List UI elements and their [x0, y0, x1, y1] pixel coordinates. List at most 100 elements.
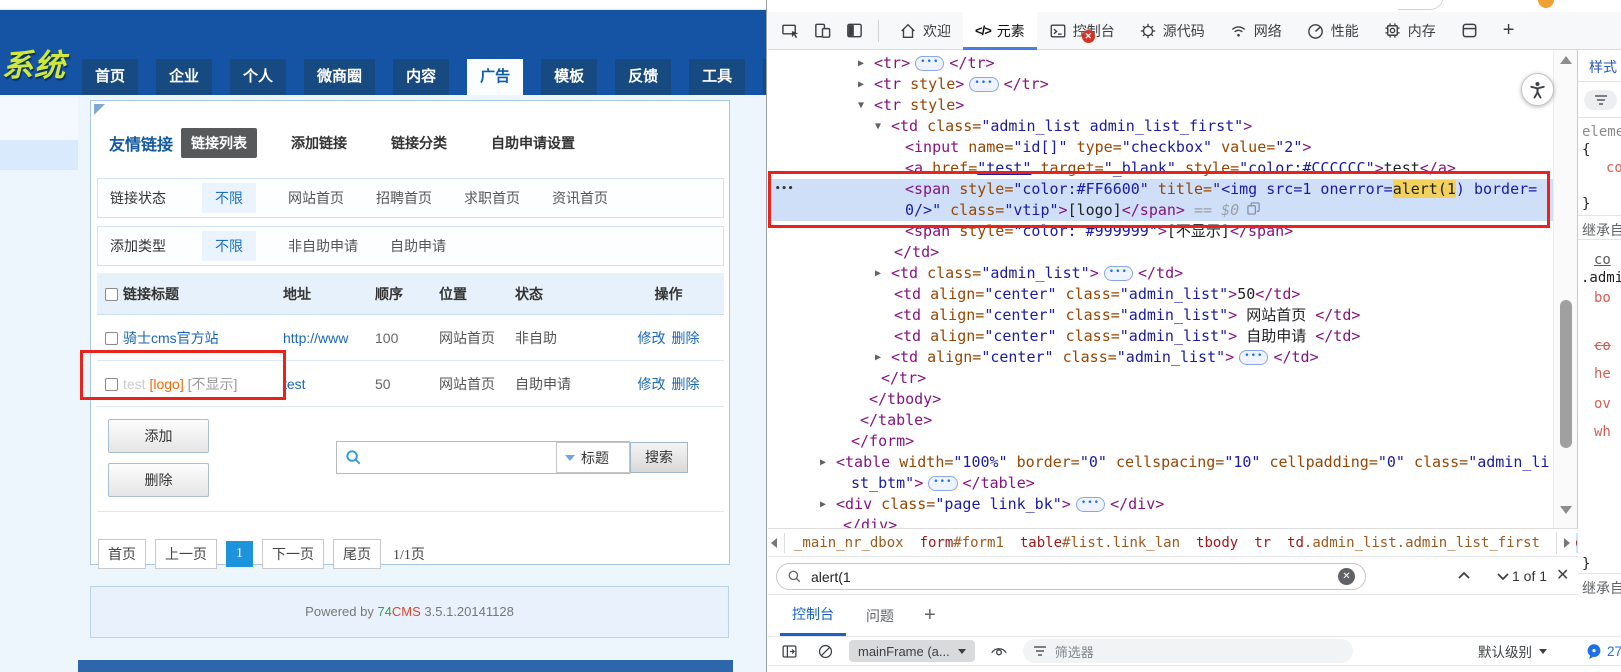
layout-button[interactable] — [1448, 12, 1491, 50]
dom-line-1[interactable]: ▶<tr style>•••</tr> — [768, 74, 1578, 95]
styles-filter-button[interactable] — [1584, 90, 1617, 110]
styles-tab[interactable]: 样式 — [1589, 57, 1617, 77]
devtools-tab-性能[interactable]: 性能 — [1294, 12, 1371, 50]
breadcrumb-item-4[interactable]: tr — [1254, 535, 1271, 551]
expand-arrow-icon[interactable]: ▶ — [875, 263, 881, 284]
collapsed-content-icon[interactable]: ••• — [1104, 266, 1133, 281]
cms-sidebar-active-item[interactable] — [0, 140, 78, 170]
copy-icon[interactable] — [1247, 200, 1260, 221]
module-tab-0[interactable]: 链接列表 — [181, 128, 257, 158]
nav-tab-6[interactable]: 模板 — [541, 59, 597, 95]
search-field-select[interactable]: 标题 — [556, 442, 630, 473]
devtools-tab-内存[interactable]: 内存 — [1371, 12, 1448, 50]
clear-search-icon[interactable]: ✕ — [1338, 568, 1355, 585]
devtools-tab-元素[interactable]: </>元素 — [963, 12, 1037, 50]
dom-line-7[interactable]: 0/>" class="vtip">[logo]</span> == $0 — [768, 200, 1578, 221]
dom-line-13[interactable]: <td align="center" class="admin_list"> 自… — [768, 326, 1578, 347]
dom-line-21[interactable]: ▶<div class="page link_bk">•••</div> — [768, 494, 1578, 515]
add-drawer-tab-button[interactable]: + — [914, 595, 946, 636]
filter-option-0-3[interactable]: 求职首页 — [464, 188, 520, 208]
scroll-up-icon[interactable] — [1560, 56, 1572, 64]
breadcrumb-item-3[interactable]: tbody — [1196, 535, 1238, 551]
delete-button[interactable]: 删除 — [108, 463, 209, 497]
page-button-1[interactable]: 上一页 — [155, 539, 217, 569]
devtools-tab-网络[interactable]: 网络 — [1217, 12, 1294, 50]
line-ellipsis-gutter[interactable]: ••• — [775, 179, 794, 200]
filter-option-0-4[interactable]: 资讯首页 — [552, 188, 608, 208]
expand-arrow-icon[interactable]: ▶ — [858, 74, 864, 95]
plus-button[interactable]: + — [1491, 12, 1527, 50]
scrollbar-thumb[interactable] — [1560, 300, 1572, 448]
collapsed-content-icon[interactable]: ••• — [1239, 350, 1268, 365]
collapsed-content-icon[interactable]: ••• — [1076, 497, 1105, 512]
next-match-icon[interactable] — [1495, 568, 1511, 584]
action-delete[interactable]: 删除 — [672, 330, 700, 346]
accessibility-fab[interactable] — [1521, 73, 1554, 106]
inspect-button[interactable] — [774, 15, 806, 47]
dom-line-20[interactable]: st_btm">•••</table> — [768, 473, 1578, 494]
issues-counter[interactable]: 27 — [1586, 643, 1621, 659]
breadcrumb-item-5[interactable]: td.admin_list.admin_list_first — [1287, 535, 1540, 551]
devtools-tab-欢迎[interactable]: 欢迎 — [887, 12, 963, 50]
drawer-tab-问题[interactable]: 问题 — [854, 595, 906, 636]
dom-line-6[interactable]: •••<span style="color:#FF6600" title="<i… — [768, 179, 1578, 200]
breadcrumb-scroll-right[interactable] — [1556, 532, 1576, 554]
module-tab-3[interactable]: 自助申请设置 — [481, 128, 585, 158]
dom-line-18[interactable]: </form> — [768, 431, 1578, 452]
filter-option-1-2[interactable]: 自助申请 — [390, 236, 446, 256]
filter-option-1-0[interactable]: 不限 — [202, 231, 256, 261]
dom-line-9[interactable]: </td> — [768, 242, 1578, 263]
dom-line-5[interactable]: <a href="test" target="_blank" style="co… — [768, 158, 1578, 179]
console-context-selector[interactable]: mainFrame (a... — [849, 640, 975, 662]
collapse-arrow-icon[interactable]: ▼ — [875, 116, 881, 137]
dom-line-8[interactable]: <span style="color: #999999">[不显示]</span… — [768, 221, 1578, 242]
device-emulation-button[interactable] — [806, 15, 838, 47]
console-sidebar-icon[interactable] — [777, 639, 801, 663]
action-edit[interactable]: 修改 — [638, 376, 666, 392]
collapse-arrow-icon[interactable]: ▼ — [858, 95, 864, 116]
action-delete[interactable]: 删除 — [672, 376, 700, 392]
nav-tab-4[interactable]: 内容 — [393, 59, 449, 95]
filter-option-0-0[interactable]: 不限 — [202, 183, 256, 213]
dom-line-19[interactable]: ▶<table width="100%" border="0" cellspac… — [768, 452, 1578, 473]
row-checkbox[interactable] — [105, 332, 118, 345]
nav-tab-7[interactable]: 反馈 — [615, 59, 671, 95]
add-button[interactable]: 添加 — [108, 419, 209, 453]
clear-console-icon[interactable] — [813, 639, 837, 663]
breadcrumb-item-2[interactable]: table#list.link_lan — [1020, 535, 1180, 551]
collapsed-content-icon[interactable]: ••• — [915, 56, 944, 71]
previous-match-icon[interactable] — [1456, 568, 1472, 584]
dom-line-4[interactable]: <input name="id[]" type="checkbox" value… — [768, 137, 1578, 158]
dom-line-15[interactable]: </tr> — [768, 368, 1578, 389]
page-button-2[interactable]: 1 — [226, 541, 253, 567]
filter-option-0-2[interactable]: 招聘首页 — [376, 188, 432, 208]
breadcrumb-scroll-left[interactable] — [771, 533, 785, 553]
dom-line-11[interactable]: <td align="center" class="admin_list">50… — [768, 284, 1578, 305]
expand-arrow-icon[interactable]: ▶ — [820, 452, 826, 473]
dom-line-14[interactable]: ▶<td align="center" class="admin_list">•… — [768, 347, 1578, 368]
dom-line-22[interactable]: </div> — [768, 515, 1578, 528]
filter-option-1-1[interactable]: 非自助申请 — [288, 236, 358, 256]
module-tab-1[interactable]: 添加链接 — [281, 128, 357, 158]
nav-tab-8[interactable]: 工具 — [689, 59, 745, 95]
dom-line-2[interactable]: ▼<tr style> — [768, 95, 1578, 116]
link-title[interactable]: 骑士cms官方站 — [123, 330, 219, 346]
page-button-3[interactable]: 下一页 — [262, 539, 324, 569]
devtools-tab-控制台[interactable]: 控制台✕ — [1037, 12, 1127, 50]
dock-panel-button[interactable] — [838, 15, 870, 47]
dom-line-3[interactable]: ▼<td class="admin_list admin_list_first"… — [768, 116, 1578, 137]
collapsed-content-icon[interactable]: ••• — [969, 77, 998, 92]
nav-tab-2[interactable]: 个人 — [230, 59, 286, 95]
module-tab-2[interactable]: 链接分类 — [381, 128, 457, 158]
collapsed-content-icon[interactable]: ••• — [928, 476, 957, 491]
drawer-tab-控制台[interactable]: 控制台 — [780, 595, 846, 636]
devtools-tab-源代码[interactable]: 源代码 — [1127, 12, 1217, 50]
nav-tab-1[interactable]: 企业 — [156, 59, 212, 95]
nav-tab-0[interactable]: 首页 — [82, 59, 138, 95]
elements-scrollbar[interactable] — [1553, 50, 1577, 528]
dom-line-0[interactable]: ▶<tr>•••</tr> — [768, 53, 1578, 74]
breadcrumb-item-0[interactable]: _main_nr_dbox — [794, 535, 904, 551]
close-search-icon[interactable]: ✕ — [1556, 565, 1569, 585]
console-filter-input[interactable]: 筛选器 — [1023, 639, 1353, 663]
filter-option-0-1[interactable]: 网站首页 — [288, 188, 344, 208]
